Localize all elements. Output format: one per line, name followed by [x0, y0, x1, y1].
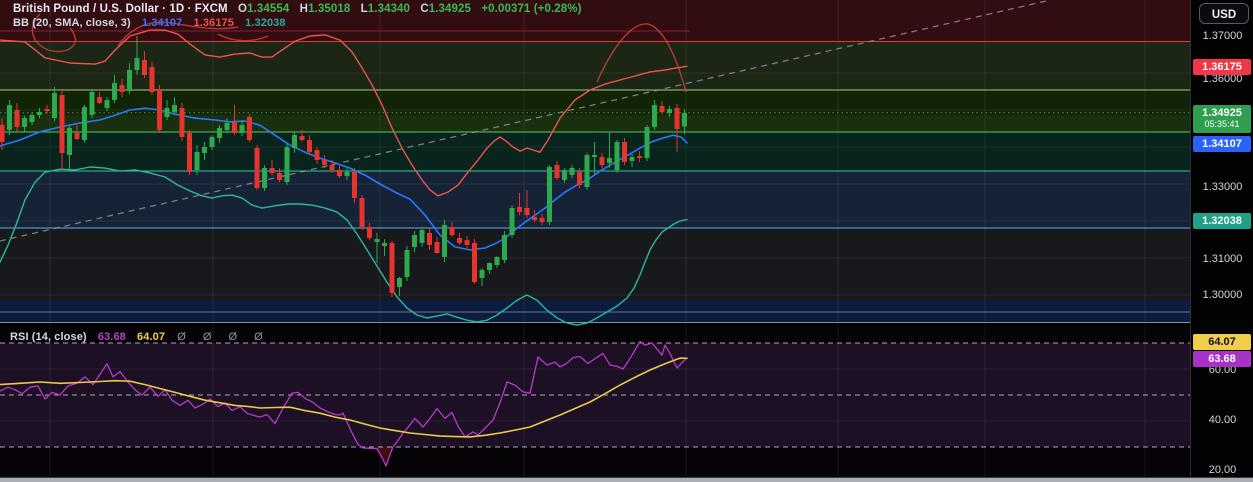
price-axis-badge: 1.34107 [1193, 136, 1251, 152]
rsi-hidden-values: Ø Ø Ø Ø [177, 331, 270, 343]
price-axis-label: 1.31000 [1202, 253, 1243, 265]
rsi-axis-label: 20.00 [1208, 464, 1237, 476]
low-label: L [360, 3, 368, 15]
bb-basis-value: 1.34107 [141, 17, 183, 29]
chart-window: British Pound / U.S. Dollar · 1D · FXCM … [0, 0, 1253, 482]
rsi-value: 63.68 [97, 331, 126, 343]
countdown-timer: 05:35:41 [1204, 119, 1240, 129]
price-axis-label: 1.33000 [1202, 181, 1243, 193]
bb-indicator-legend[interactable]: BB (20, SMA, close, 3) 1.34107 1.36175 1… [13, 17, 286, 29]
high-value: 1.35018 [308, 3, 351, 15]
price-axis-badge: 1.36175 [1193, 59, 1251, 75]
rsi-axis-badge: 63.68 [1193, 351, 1251, 367]
rsi-axis-badge: 64.07 [1193, 334, 1251, 350]
bb-lower-value: 1.32038 [245, 17, 286, 29]
rsi-axis-label: 40.00 [1208, 414, 1237, 426]
symbol-legend[interactable]: British Pound / U.S. Dollar · 1D · FXCM … [13, 3, 582, 15]
time-axis[interactable] [0, 477, 1253, 482]
price-axis-badge: 1.32038 [1193, 213, 1251, 229]
rsi-ma-value: 64.07 [137, 331, 166, 343]
price-axis-badge: 1.34925 05:35:41 [1193, 105, 1251, 133]
bb-upper-value: 1.36175 [193, 17, 234, 29]
open-label: O [238, 3, 248, 15]
close-label: C [420, 3, 429, 15]
bb-label: BB (20, SMA, close, 3) [13, 17, 131, 29]
high-label: H [299, 3, 309, 15]
price-axis-label: 1.30000 [1202, 289, 1243, 301]
close-value: 1.34925 [428, 3, 472, 15]
price-axis-label: 1.37000 [1202, 30, 1243, 42]
price-chart-canvas[interactable] [0, 0, 1190, 477]
change-value: +0.00371 (+0.28%) [481, 3, 582, 15]
rsi-indicator-legend[interactable]: RSI (14, close) 63.68 64.07 Ø Ø Ø Ø [10, 331, 270, 343]
rsi-label: RSI (14, close) [10, 331, 87, 343]
currency-button[interactable]: USD [1199, 3, 1249, 24]
symbol-title: British Pound / U.S. Dollar · 1D · FXCM [13, 3, 228, 15]
open-value: 1.34554 [247, 3, 290, 15]
price-axis[interactable]: 1.37000 1.36000 1.33000 1.31000 1.30000 60.00… [1190, 0, 1253, 477]
low-value: 1.34340 [367, 3, 411, 15]
